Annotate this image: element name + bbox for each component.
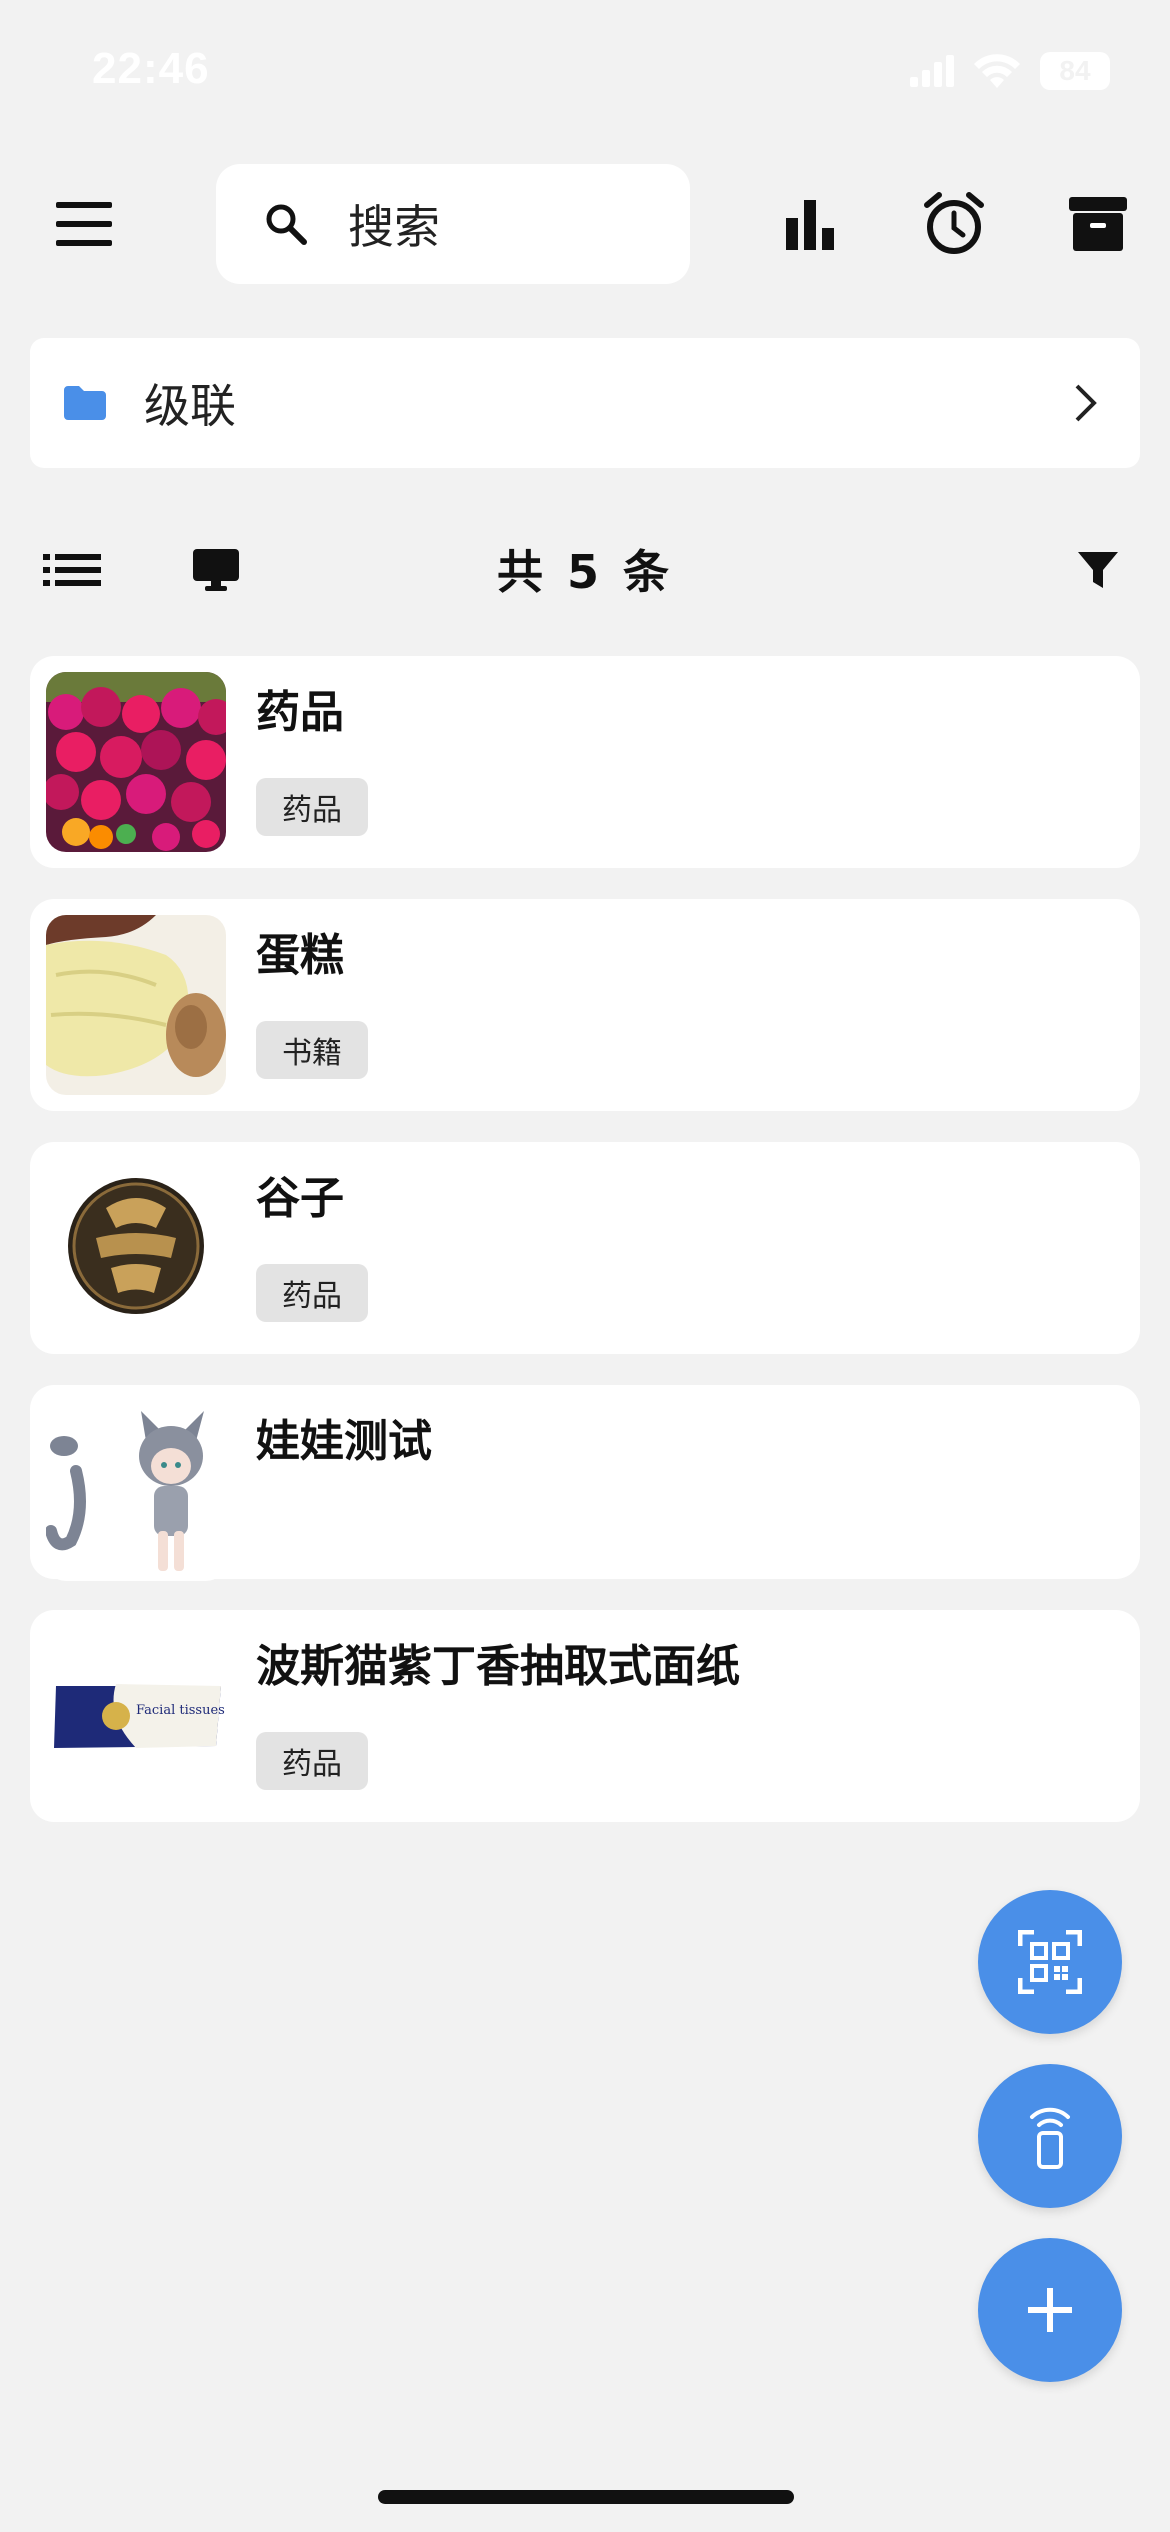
app-screen: 22:46 84 搜索 级联 共 5 条 药品 药品 蛋糕 书籍 谷子 药品 娃…	[0, 0, 1170, 2532]
item-tag: 药品	[256, 778, 368, 836]
item-tag: 药品	[256, 1264, 368, 1322]
alarm-clock-icon[interactable]	[918, 188, 990, 260]
battery-indicator: 84	[1040, 52, 1110, 90]
thumb-brand-text: Facial tissues	[136, 1703, 225, 1718]
filter-icon[interactable]	[1068, 540, 1128, 600]
plus-icon	[1028, 2288, 1072, 2332]
status-time: 22:46	[92, 44, 210, 93]
wifi-icon	[974, 54, 1020, 88]
search-icon	[266, 204, 307, 245]
item-tag: 药品	[256, 1732, 368, 1790]
item-tag: 书籍	[256, 1021, 368, 1079]
list-item[interactable]: 娃娃测试	[30, 1385, 1140, 1581]
statistics-icon[interactable]	[774, 188, 846, 260]
status-icons: 84	[908, 52, 1110, 90]
item-title: 谷子	[256, 1173, 344, 1224]
item-title: 蛋糕	[256, 930, 344, 981]
item-title: 娃娃测试	[256, 1416, 432, 1467]
folder-icon	[64, 386, 106, 420]
item-count: 共 5 条	[496, 545, 674, 599]
search-input[interactable]: 搜索	[216, 164, 690, 284]
search-placeholder: 搜索	[348, 200, 440, 254]
archive-box-icon[interactable]	[1062, 188, 1134, 260]
folder-label: 级联	[144, 379, 236, 433]
scan-qr-button[interactable]	[978, 1890, 1122, 2034]
qr-scan-icon	[1018, 1930, 1082, 1994]
nfc-scan-button[interactable]	[978, 2064, 1122, 2208]
list-item[interactable]: Facial tissues 波斯猫紫丁香抽取式面纸 药品	[30, 1610, 1140, 1822]
list-controls: 共 5 条	[0, 530, 1170, 610]
list-item[interactable]: 药品 药品	[30, 656, 1140, 868]
list-item[interactable]: 谷子 药品	[30, 1142, 1140, 1354]
status-bar: 22:46 84	[0, 0, 1170, 150]
cellular-signal-icon	[910, 55, 954, 87]
cascade-folder-row[interactable]: 级联	[30, 338, 1140, 468]
item-thumbnail	[46, 915, 226, 1095]
add-item-button[interactable]	[978, 2238, 1122, 2382]
item-thumbnail	[46, 672, 226, 852]
item-thumbnail	[46, 1401, 226, 1581]
menu-icon[interactable]	[48, 194, 120, 254]
top-toolbar: 搜索	[0, 164, 1170, 284]
item-thumbnail: Facial tissues	[46, 1626, 226, 1806]
list-item[interactable]: 蛋糕 书籍	[30, 899, 1140, 1111]
item-title: 波斯猫紫丁香抽取式面纸	[256, 1641, 740, 1692]
item-thumbnail	[46, 1158, 226, 1338]
item-title: 药品	[256, 687, 344, 738]
chevron-right-icon	[1075, 384, 1097, 422]
home-indicator	[378, 2490, 794, 2504]
phone-wireless-icon	[1030, 2107, 1070, 2169]
